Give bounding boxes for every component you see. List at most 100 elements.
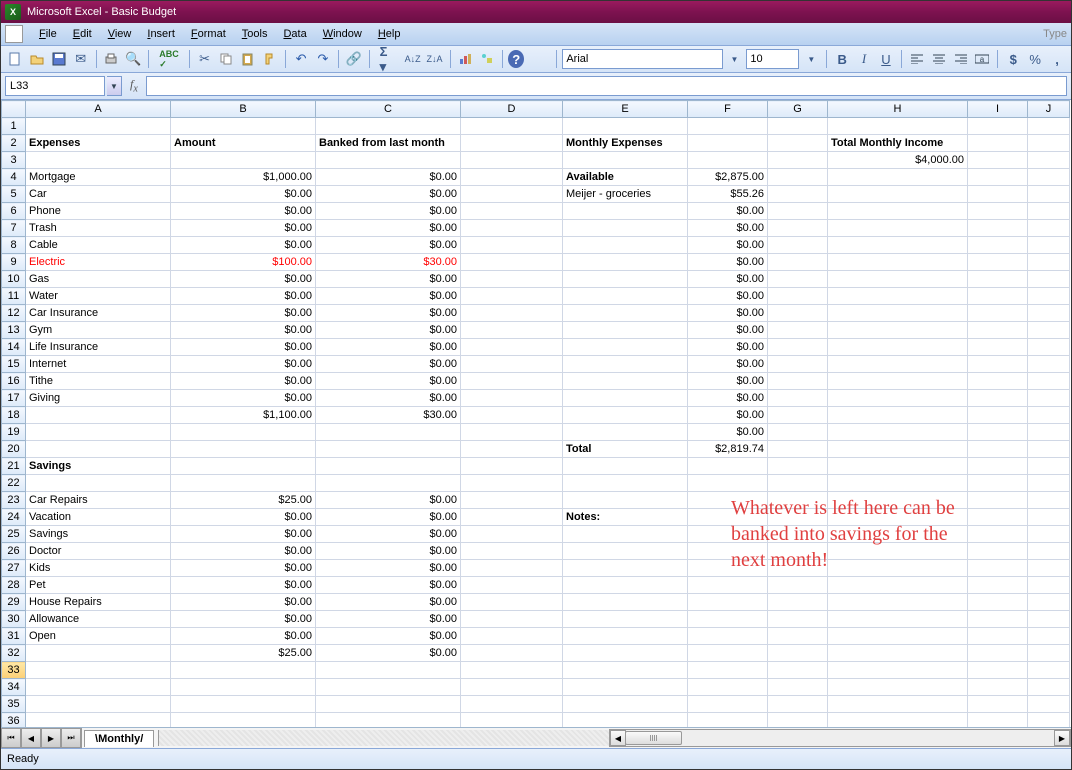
cell-D22[interactable] (461, 475, 563, 492)
cell-J25[interactable] (1028, 526, 1070, 543)
cell-A9[interactable]: Electric (26, 254, 171, 271)
align-left-icon[interactable] (907, 48, 927, 70)
cell-E21[interactable] (563, 458, 688, 475)
menu-file[interactable]: File (31, 26, 65, 42)
hyperlink-icon[interactable]: 🔗 (344, 48, 364, 70)
cell-D17[interactable] (461, 390, 563, 407)
cell-A2[interactable]: Expenses (26, 135, 171, 152)
cell-F2[interactable] (688, 135, 768, 152)
cell-I24[interactable] (968, 509, 1028, 526)
cell-E15[interactable] (563, 356, 688, 373)
cell-D9[interactable] (461, 254, 563, 271)
cell-C27[interactable]: $0.00 (316, 560, 461, 577)
menu-data[interactable]: Data (275, 26, 314, 42)
cell-E8[interactable] (563, 237, 688, 254)
cell-H31[interactable] (828, 628, 968, 645)
cell-B21[interactable] (171, 458, 316, 475)
font-size-select[interactable] (746, 49, 799, 69)
cell-D23[interactable] (461, 492, 563, 509)
row-header-16[interactable]: 16 (2, 373, 26, 390)
cell-H33[interactable] (828, 662, 968, 679)
cell-D3[interactable] (461, 152, 563, 169)
cell-H15[interactable] (828, 356, 968, 373)
col-header-F[interactable]: F (688, 101, 768, 118)
spreadsheet-grid[interactable]: ABCDEFGHIJ12ExpensesAmountBanked from la… (1, 100, 1071, 727)
col-header-C[interactable]: C (316, 101, 461, 118)
cell-A29[interactable]: House Repairs (26, 594, 171, 611)
cell-H30[interactable] (828, 611, 968, 628)
cell-A30[interactable]: Allowance (26, 611, 171, 628)
cell-I25[interactable] (968, 526, 1028, 543)
cell-E4[interactable]: Available (563, 169, 688, 186)
cell-C18[interactable]: $30.00 (316, 407, 461, 424)
cell-J31[interactable] (1028, 628, 1070, 645)
cell-D1[interactable] (461, 118, 563, 135)
col-header-A[interactable]: A (26, 101, 171, 118)
cell-J1[interactable] (1028, 118, 1070, 135)
cell-C21[interactable] (316, 458, 461, 475)
cell-D16[interactable] (461, 373, 563, 390)
undo-icon[interactable]: ↶ (291, 48, 311, 70)
cell-I20[interactable] (968, 441, 1028, 458)
cell-G25[interactable] (768, 526, 828, 543)
cell-C14[interactable]: $0.00 (316, 339, 461, 356)
sheet-tab-monthly[interactable]: \Monthly/ (84, 730, 154, 747)
cell-H16[interactable] (828, 373, 968, 390)
font-size-dropdown-icon[interactable]: ▼ (801, 48, 821, 70)
row-header-31[interactable]: 31 (2, 628, 26, 645)
cell-G28[interactable] (768, 577, 828, 594)
cell-H35[interactable] (828, 696, 968, 713)
cell-D14[interactable] (461, 339, 563, 356)
cell-F13[interactable]: $0.00 (688, 322, 768, 339)
cell-H29[interactable] (828, 594, 968, 611)
cell-J22[interactable] (1028, 475, 1070, 492)
cell-E14[interactable] (563, 339, 688, 356)
cell-A36[interactable] (26, 713, 171, 728)
cell-B24[interactable]: $0.00 (171, 509, 316, 526)
cell-B18[interactable]: $1,100.00 (171, 407, 316, 424)
currency-icon[interactable]: $ (1003, 48, 1023, 70)
cell-G17[interactable] (768, 390, 828, 407)
cell-J13[interactable] (1028, 322, 1070, 339)
scroll-right-icon[interactable]: ▶ (1054, 730, 1070, 746)
cell-F15[interactable]: $0.00 (688, 356, 768, 373)
cell-A35[interactable] (26, 696, 171, 713)
cell-I34[interactable] (968, 679, 1028, 696)
cell-A27[interactable]: Kids (26, 560, 171, 577)
cell-B1[interactable] (171, 118, 316, 135)
cell-A31[interactable]: Open (26, 628, 171, 645)
cell-D2[interactable] (461, 135, 563, 152)
cell-C19[interactable] (316, 424, 461, 441)
col-header-G[interactable]: G (768, 101, 828, 118)
menu-help[interactable]: Help (370, 26, 409, 42)
cell-J28[interactable] (1028, 577, 1070, 594)
cell-B31[interactable]: $0.00 (171, 628, 316, 645)
cell-E18[interactable] (563, 407, 688, 424)
percent-icon[interactable]: % (1025, 48, 1045, 70)
scroll-thumb[interactable] (625, 731, 682, 745)
cell-C6[interactable]: $0.00 (316, 203, 461, 220)
cell-A22[interactable] (26, 475, 171, 492)
cell-D33[interactable] (461, 662, 563, 679)
cell-H18[interactable] (828, 407, 968, 424)
cell-G20[interactable] (768, 441, 828, 458)
cell-B9[interactable]: $100.00 (171, 254, 316, 271)
cell-F31[interactable] (688, 628, 768, 645)
cell-H17[interactable] (828, 390, 968, 407)
cell-H26[interactable] (828, 543, 968, 560)
cell-B23[interactable]: $25.00 (171, 492, 316, 509)
cell-B7[interactable]: $0.00 (171, 220, 316, 237)
cell-F6[interactable]: $0.00 (688, 203, 768, 220)
row-header-10[interactable]: 10 (2, 271, 26, 288)
cell-I12[interactable] (968, 305, 1028, 322)
cell-I19[interactable] (968, 424, 1028, 441)
cell-G35[interactable] (768, 696, 828, 713)
cell-H25[interactable] (828, 526, 968, 543)
paste-icon[interactable] (238, 48, 258, 70)
cut-icon[interactable]: ✂ (195, 48, 215, 70)
cell-B33[interactable] (171, 662, 316, 679)
print-preview-icon[interactable]: 🔍 (123, 48, 143, 70)
cell-A7[interactable]: Trash (26, 220, 171, 237)
cell-J10[interactable] (1028, 271, 1070, 288)
cell-G18[interactable] (768, 407, 828, 424)
